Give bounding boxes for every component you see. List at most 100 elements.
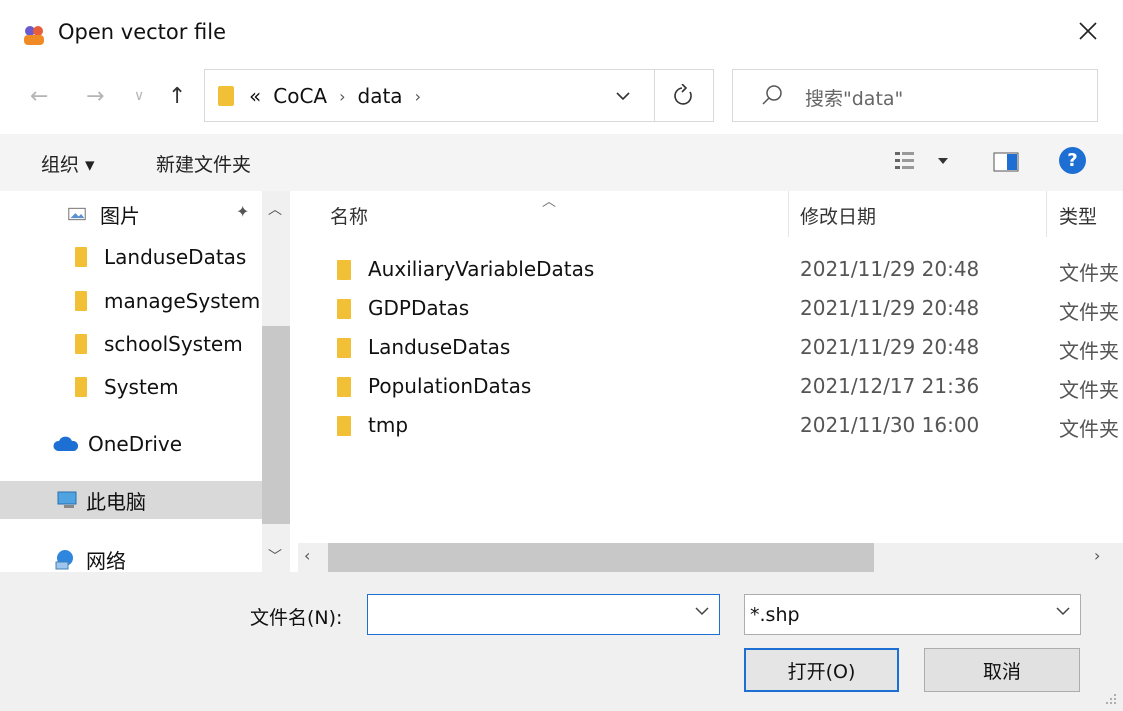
column-header-modified[interactable]: 修改日期	[800, 191, 876, 239]
nav-item-this-pc[interactable]: 此电脑	[0, 481, 290, 519]
nav-item-onedrive[interactable]: OneDrive	[0, 425, 290, 463]
nav-item-label: schoolSystem	[104, 332, 243, 356]
scroll-left-icon[interactable]: ‹	[304, 546, 310, 565]
folder-icon	[75, 377, 87, 397]
close-icon[interactable]	[1075, 18, 1101, 44]
file-type: 文件夹	[1059, 378, 1119, 402]
network-icon	[55, 550, 73, 570]
file-name: LanduseDatas	[368, 335, 511, 359]
navigation-pane: 图片 ✦ LanduseDatas manageSystem schoolSys…	[0, 191, 290, 572]
file-list: 名称 ︿ 修改日期 类型 AuxiliaryVariableDatas 2021…	[298, 191, 1123, 543]
open-vector-file-dialog: Open vector file ← → ∨ ↑ « CoCA › data ›	[0, 0, 1123, 711]
filename-label: 文件名(N):	[250, 607, 343, 629]
up-arrow-icon[interactable]: ↑	[168, 84, 186, 114]
file-name: PopulationDatas	[368, 374, 532, 398]
command-bar: 组织 ▾ 新建文件夹	[0, 134, 1123, 191]
breadcrumb-item-data[interactable]: data	[358, 84, 403, 108]
search-box[interactable]: 搜索"data"	[732, 69, 1098, 122]
file-row[interactable]: GDPDatas 2021/11/29 20:48 文件夹	[298, 289, 1123, 328]
file-name: GDPDatas	[368, 296, 470, 320]
file-row[interactable]: PopulationDatas 2021/12/17 21:36 文件夹	[298, 367, 1123, 406]
cancel-button[interactable]: 取消	[924, 648, 1080, 692]
nav-item-label: 网络	[86, 548, 126, 573]
chevron-down-icon	[1056, 607, 1070, 616]
organize-menu-button[interactable]: 组织 ▾	[41, 150, 95, 177]
column-header-name[interactable]: 名称	[330, 191, 368, 239]
file-type: 文件夹	[1059, 261, 1119, 285]
search-placeholder: 搜索"data"	[805, 88, 904, 110]
nav-item-label: 图片	[100, 203, 140, 228]
file-type: 文件夹	[1059, 300, 1119, 324]
scroll-up-icon[interactable]: ︿	[268, 199, 282, 219]
column-divider[interactable]	[788, 191, 789, 237]
file-list-scroll-thumb[interactable]	[328, 543, 874, 572]
file-modified: 2021/11/29 20:48	[800, 257, 980, 281]
nav-item-network[interactable]: 网络	[0, 540, 290, 572]
breadcrumb-item-coca[interactable]: CoCA	[273, 84, 327, 108]
chevron-down-icon	[616, 92, 630, 101]
file-row[interactable]: LanduseDatas 2021/11/29 20:48 文件夹	[298, 328, 1123, 367]
file-modified: 2021/12/17 21:36	[800, 374, 980, 398]
scroll-right-icon[interactable]: ›	[1094, 546, 1100, 565]
cloud-icon	[53, 436, 79, 451]
file-name: AuxiliaryVariableDatas	[368, 257, 595, 281]
details-view-icon	[895, 152, 948, 169]
title-bar: Open vector file	[0, 0, 1123, 68]
column-divider[interactable]	[1046, 191, 1047, 237]
file-type-filter[interactable]: *.shp	[744, 594, 1081, 635]
file-row[interactable]: tmp 2021/11/30 16:00 文件夹	[298, 406, 1123, 445]
preview-pane-button[interactable]	[993, 152, 1019, 176]
back-arrow-icon[interactable]: ←	[30, 84, 48, 114]
scroll-down-icon[interactable]: ﹀	[268, 546, 282, 566]
preview-pane-icon	[993, 152, 1019, 172]
file-name: tmp	[368, 413, 409, 437]
filter-value: *.shp	[750, 604, 800, 626]
file-modified: 2021/11/29 20:48	[800, 335, 980, 359]
file-modified: 2021/11/30 16:00	[800, 413, 980, 437]
nav-pane-scroll-thumb[interactable]	[262, 326, 290, 524]
folder-icon	[337, 377, 351, 397]
search-icon	[762, 85, 782, 105]
file-row[interactable]: AuxiliaryVariableDatas 2021/11/29 20:48 …	[298, 250, 1123, 289]
nav-item-label: manageSystem	[104, 289, 261, 313]
folder-icon	[75, 247, 87, 267]
nav-item-pictures[interactable]: 图片 ✦	[0, 195, 290, 233]
nav-item-schoolsystem[interactable]: schoolSystem	[0, 325, 290, 363]
refresh-button[interactable]	[654, 69, 714, 122]
nav-item-label: 此电脑	[86, 489, 146, 514]
column-header-type[interactable]: 类型	[1059, 191, 1097, 239]
sort-ascending-icon: ︿	[542, 194, 556, 210]
folder-icon	[337, 416, 351, 436]
file-type: 文件夹	[1059, 339, 1119, 363]
help-icon[interactable]: ?	[1059, 147, 1086, 174]
file-modified: 2021/11/29 20:48	[800, 296, 980, 320]
folder-icon	[75, 334, 87, 354]
folder-icon	[337, 338, 351, 358]
file-type: 文件夹	[1059, 417, 1119, 441]
nav-item-managesystem[interactable]: manageSystem	[0, 282, 290, 320]
nav-item-landusedatas[interactable]: LanduseDatas	[0, 238, 290, 276]
breadcrumb-overflow[interactable]: «	[249, 84, 261, 108]
nav-item-system[interactable]: System	[0, 368, 290, 406]
nav-item-label: System	[104, 375, 179, 399]
resize-grip-icon[interactable]	[1103, 691, 1117, 705]
breadcrumb: « CoCA › data ›	[249, 84, 421, 108]
filename-input[interactable]	[367, 594, 720, 635]
chevron-down-icon[interactable]	[695, 606, 709, 616]
recent-locations-chevron-icon[interactable]: ∨	[134, 88, 144, 118]
pictures-icon	[68, 207, 86, 221]
new-folder-button[interactable]: 新建文件夹	[156, 150, 251, 177]
folder-icon	[337, 299, 351, 319]
change-view-button[interactable]	[893, 150, 953, 176]
folder-icon	[218, 86, 234, 106]
chevron-right-icon[interactable]: ›	[339, 87, 345, 106]
computer-icon	[57, 491, 77, 508]
forward-arrow-icon[interactable]: →	[86, 84, 104, 114]
window-title: Open vector file	[58, 20, 227, 44]
address-dropdown[interactable]	[596, 69, 654, 122]
chevron-right-icon[interactable]: ›	[415, 87, 421, 106]
folder-icon	[75, 291, 87, 311]
open-button[interactable]: 打开(O)	[744, 648, 899, 692]
address-bar[interactable]: « CoCA › data ›	[204, 69, 654, 122]
nav-item-label: OneDrive	[88, 432, 183, 456]
